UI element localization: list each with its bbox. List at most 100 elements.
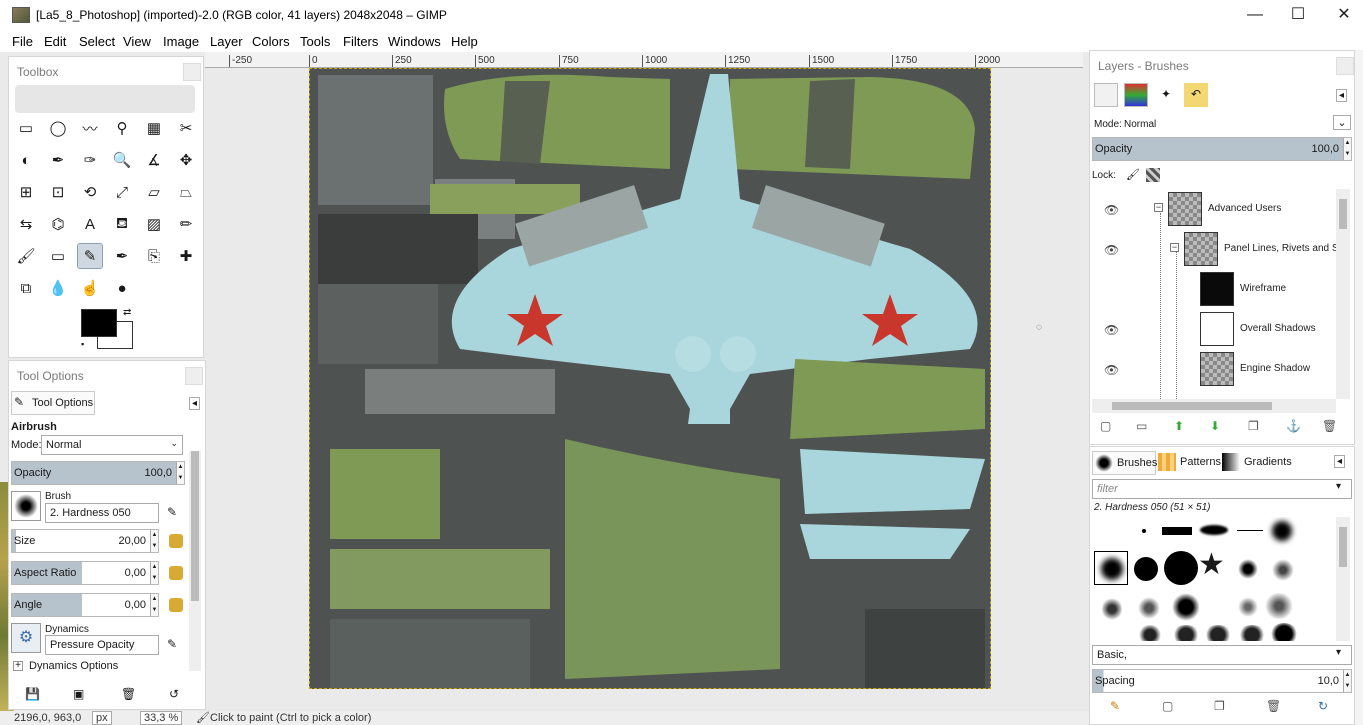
blend-tool-icon[interactable]: ▨: [141, 211, 167, 237]
brush-item[interactable]: [1164, 551, 1198, 585]
delete-options-icon[interactable]: 🗑: [121, 687, 136, 701]
close-window-button[interactable]: ✕: [1329, 4, 1359, 26]
raise-layer-icon[interactable]: ⬆: [1174, 419, 1184, 433]
minimize-button[interactable]: —: [1240, 4, 1270, 26]
delete-layer-icon[interactable]: 🗑: [1322, 419, 1337, 433]
size-spin[interactable]: ▲ ▼: [150, 530, 158, 552]
lower-layer-icon[interactable]: ⬇: [1210, 419, 1220, 433]
align-tool-icon[interactable]: ⊞: [13, 179, 39, 205]
panel-menu-icon[interactable]: ◂: [189, 397, 201, 410]
size-slider[interactable]: Size 20,00 ▲ ▼: [11, 529, 159, 553]
fuzzy-select-tool-icon[interactable]: ⚲: [109, 115, 135, 141]
move-tool-icon[interactable]: ✥: [173, 147, 199, 173]
menu-colors[interactable]: Colors: [252, 34, 290, 49]
delete-brush-icon[interactable]: 🗑: [1266, 699, 1281, 713]
brush-item[interactable]: [1142, 529, 1146, 533]
perspective-tool-icon[interactable]: ⏢: [173, 179, 199, 205]
ellipse-select-tool-icon[interactable]: ◯: [45, 115, 71, 141]
brush-item[interactable]: [1238, 625, 1266, 641]
duplicate-brush-icon[interactable]: ❐: [1214, 699, 1225, 713]
layers-panel-menu-icon[interactable]: ◂: [1336, 89, 1348, 102]
opacity-spin[interactable]: ▲ ▼: [176, 462, 184, 484]
rotate-tool-icon[interactable]: ⟲: [77, 179, 103, 205]
layers-tab-icon[interactable]: [1094, 83, 1118, 107]
reset-angle-icon[interactable]: [169, 598, 183, 612]
eraser-tool-icon[interactable]: ▭: [45, 243, 71, 269]
dynamics-field[interactable]: Pressure Opacity: [45, 635, 159, 655]
layer-list-hscrollbar[interactable]: [1092, 399, 1336, 413]
brush-item[interactable]: [1272, 559, 1294, 581]
select-by-color-tool-icon[interactable]: ▦: [141, 115, 167, 141]
edit-dynamics-icon[interactable]: ✎: [167, 637, 177, 651]
angle-spin[interactable]: ▲ ▼: [150, 594, 158, 616]
menu-view[interactable]: View: [123, 34, 151, 49]
edit-brush-icon[interactable]: ✎: [167, 505, 177, 519]
save-options-icon[interactable]: 💾: [25, 687, 40, 701]
brush-item[interactable]: [1172, 625, 1200, 641]
new-group-icon[interactable]: ▭: [1136, 419, 1147, 433]
tab-patterns[interactable]: Patterns: [1156, 451, 1221, 475]
brush-grid[interactable]: ★: [1092, 517, 1336, 641]
layer-list-scrollbar[interactable]: [1336, 189, 1350, 399]
brush-item[interactable]: [1238, 597, 1258, 617]
brush-item[interactable]: [1238, 559, 1258, 579]
layer-list[interactable]: 👁 − Advanced Users 👁 − Panel Lines, Rive…: [1092, 189, 1336, 399]
visibility-icon[interactable]: 👁: [1104, 243, 1119, 257]
menu-file[interactable]: File: [12, 34, 33, 49]
paths-tab-icon[interactable]: ✦: [1154, 83, 1178, 107]
new-layer-icon[interactable]: ▢: [1100, 419, 1111, 433]
scissors-tool-icon[interactable]: ✂: [173, 115, 199, 141]
mode-select[interactable]: Normal ⌄: [41, 435, 183, 455]
brush-filter-input[interactable]: filter: [1092, 479, 1352, 499]
visibility-icon[interactable]: 👁: [1104, 363, 1119, 377]
brush-item[interactable]: [1264, 593, 1294, 619]
menu-image[interactable]: Image: [163, 34, 199, 49]
smudge-tool-icon[interactable]: ☝: [77, 275, 103, 301]
maximize-button[interactable]: ☐: [1283, 4, 1313, 26]
foreground-color-swatch-front[interactable]: [81, 309, 117, 337]
reset-aspect-icon[interactable]: [169, 566, 183, 580]
brush-item[interactable]: [1102, 597, 1122, 621]
menu-filters[interactable]: Filters: [343, 34, 378, 49]
opacity-slider[interactable]: Opacity 100,0 ▲ ▼: [11, 461, 185, 485]
menu-select[interactable]: Select: [79, 34, 115, 49]
measure-tool-icon[interactable]: ∡: [141, 147, 167, 173]
perspective-clone-tool-icon[interactable]: ⧉: [13, 275, 39, 301]
brush-item[interactable]: [1162, 527, 1192, 535]
edit-brush-icon[interactable]: ✎: [1110, 699, 1120, 713]
menu-layer[interactable]: Layer: [210, 34, 243, 49]
aircraft-texture-image[interactable]: [309, 68, 991, 689]
spacing-spin[interactable]: ▲ ▼: [1343, 670, 1351, 692]
lock-pixels-icon[interactable]: 🖌: [1126, 168, 1140, 181]
brushes-panel-menu-icon[interactable]: ◂: [1334, 455, 1346, 468]
angle-slider[interactable]: Angle 0,00 ▲ ▼: [11, 593, 159, 617]
dynamics-icon[interactable]: ⚙: [11, 623, 41, 653]
cage-tool-icon[interactable]: ⌬: [45, 211, 71, 237]
clone-tool-icon[interactable]: ⎘: [141, 243, 167, 269]
crop-tool-icon[interactable]: ⊡: [45, 179, 71, 205]
layer-row[interactable]: 👁 − Panel Lines, Rivets and S: [1092, 229, 1336, 269]
lock-alpha-icon[interactable]: [1146, 168, 1160, 182]
bucket-fill-tool-icon[interactable]: ⛾: [109, 211, 135, 237]
menu-windows[interactable]: Windows: [388, 34, 441, 49]
airbrush-tool-icon[interactable]: ✎: [77, 243, 103, 269]
layers-close-button[interactable]: [1336, 57, 1354, 75]
new-brush-icon[interactable]: ▢: [1162, 699, 1173, 713]
foreground-select-tool-icon[interactable]: ◐: [13, 147, 39, 173]
toolbox-close-button[interactable]: [183, 63, 201, 81]
layer-row[interactable]: Wireframe: [1092, 269, 1332, 309]
dynamics-options-label[interactable]: Dynamics Options: [29, 660, 118, 672]
brush-grid-scrollbar[interactable]: [1336, 517, 1350, 641]
chevron-down-icon[interactable]: ⌄: [1333, 115, 1351, 130]
color-picker-tool-icon[interactable]: ✑: [77, 147, 103, 173]
menu-edit[interactable]: Edit: [44, 34, 66, 49]
tool-options-close-button[interactable]: [185, 367, 203, 385]
ink-tool-icon[interactable]: ✒: [109, 243, 135, 269]
brush-spacing-slider[interactable]: Spacing 10,0 ▲ ▼: [1092, 669, 1352, 693]
collapse-icon[interactable]: −: [1154, 203, 1163, 212]
shear-tool-icon[interactable]: ▱: [141, 179, 167, 205]
expand-icon[interactable]: +: [13, 661, 23, 671]
tab-brushes[interactable]: Brushes: [1092, 451, 1157, 475]
layer-opacity-slider[interactable]: Opacity 100,0 ▲ ▼: [1092, 137, 1352, 161]
brush-name-field[interactable]: 2. Hardness 050: [45, 503, 159, 523]
